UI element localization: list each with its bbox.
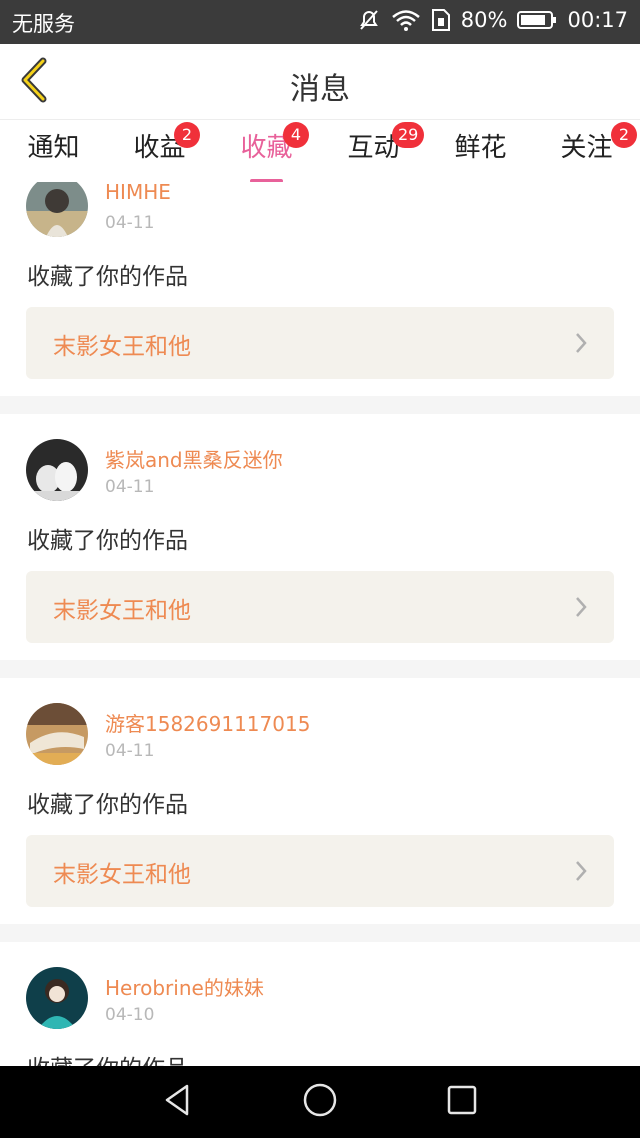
date: 04-10 bbox=[105, 1005, 155, 1025]
tab-notifications[interactable]: 通知 bbox=[0, 130, 107, 182]
work-title: 末影女王和他 bbox=[53, 862, 191, 888]
chevron-right-icon bbox=[574, 595, 588, 623]
mute-icon bbox=[357, 8, 381, 32]
unread-badge: 29 bbox=[392, 122, 425, 148]
work-link[interactable]: 末影女王和他 bbox=[26, 307, 614, 379]
action-text: 收藏了你的作品 bbox=[27, 528, 188, 554]
list-item[interactable]: 紫岚and黑桑反迷你 04-11 收藏了你的作品 末影女王和他 bbox=[0, 414, 640, 660]
work-title: 末影女王和他 bbox=[53, 598, 191, 624]
tab-interactions[interactable]: 互动 29 bbox=[320, 122, 427, 182]
action-text: 收藏了你的作品 bbox=[27, 792, 188, 818]
action-text: 收藏了你的作品 bbox=[27, 264, 188, 290]
list-item[interactable]: HIMHE 04-11 收藏了你的作品 末影女王和他 bbox=[0, 182, 640, 396]
wifi-icon bbox=[391, 8, 421, 32]
tab-earnings[interactable]: 收益 2 bbox=[106, 122, 213, 182]
unread-badge: 2 bbox=[611, 122, 637, 148]
home-circle-icon bbox=[302, 1082, 338, 1122]
action-text: 收藏了你的作品 bbox=[27, 1049, 188, 1066]
back-triangle-icon bbox=[161, 1083, 195, 1121]
tab-bar: 通知 收益 2 收藏 4 互动 29 鲜花 关注 2 bbox=[0, 120, 640, 183]
page-title: 消息 bbox=[290, 72, 350, 107]
work-link[interactable]: 末影女王和他 bbox=[26, 571, 614, 643]
tab-flowers[interactable]: 鲜花 bbox=[427, 130, 534, 182]
sim-icon bbox=[431, 8, 451, 32]
username[interactable]: HIMHE bbox=[105, 182, 171, 204]
battery-icon bbox=[517, 10, 557, 30]
status-bar: 无服务 80% 00:17 bbox=[0, 0, 640, 44]
username[interactable]: 紫岚and黑桑反迷你 bbox=[105, 444, 283, 473]
recents-square-icon bbox=[445, 1083, 479, 1121]
tab-favorites[interactable]: 收藏 4 bbox=[213, 122, 320, 183]
app-header: 消息 bbox=[0, 44, 640, 120]
nav-home-button[interactable] bbox=[300, 1082, 340, 1122]
username[interactable]: Herobrine的妹妹 bbox=[105, 972, 264, 1001]
date: 04-11 bbox=[105, 477, 155, 497]
tab-label: 鲜花 bbox=[454, 133, 507, 163]
work-link[interactable]: 末影女王和他 bbox=[26, 835, 614, 907]
battery-percent: 80% bbox=[460, 8, 508, 32]
nav-back-button[interactable] bbox=[158, 1082, 198, 1122]
clock: 00:17 bbox=[567, 8, 628, 32]
list-item[interactable]: 游客1582691117015 04-11 收藏了你的作品 末影女王和他 bbox=[0, 678, 640, 924]
unread-badge: 4 bbox=[283, 122, 309, 148]
date: 04-11 bbox=[105, 741, 155, 761]
unread-badge: 2 bbox=[174, 122, 200, 148]
avatar[interactable] bbox=[26, 182, 88, 237]
nav-recents-button[interactable] bbox=[442, 1082, 482, 1122]
avatar[interactable] bbox=[26, 967, 88, 1029]
avatar[interactable] bbox=[26, 703, 88, 765]
avatar[interactable] bbox=[26, 439, 88, 501]
status-icons: 80% 00:17 bbox=[357, 8, 628, 32]
favorites-list[interactable]: HIMHE 04-11 收藏了你的作品 末影女王和他 紫岚and黑桑反迷你 04… bbox=[0, 182, 640, 1066]
chevron-right-icon bbox=[574, 859, 588, 887]
carrier-text: 无服务 bbox=[12, 12, 75, 36]
tab-label: 关注 bbox=[560, 133, 613, 163]
tab-label: 通知 bbox=[27, 133, 80, 163]
system-nav-bar bbox=[0, 1066, 640, 1138]
chevron-right-icon bbox=[574, 331, 588, 359]
username[interactable]: 游客1582691117015 bbox=[105, 708, 310, 737]
work-title: 末影女王和他 bbox=[53, 334, 191, 360]
tab-follows[interactable]: 关注 2 bbox=[533, 122, 640, 182]
date: 04-11 bbox=[105, 213, 155, 233]
list-item[interactable]: Herobrine的妹妹 04-10 收藏了你的作品 bbox=[0, 942, 640, 1066]
